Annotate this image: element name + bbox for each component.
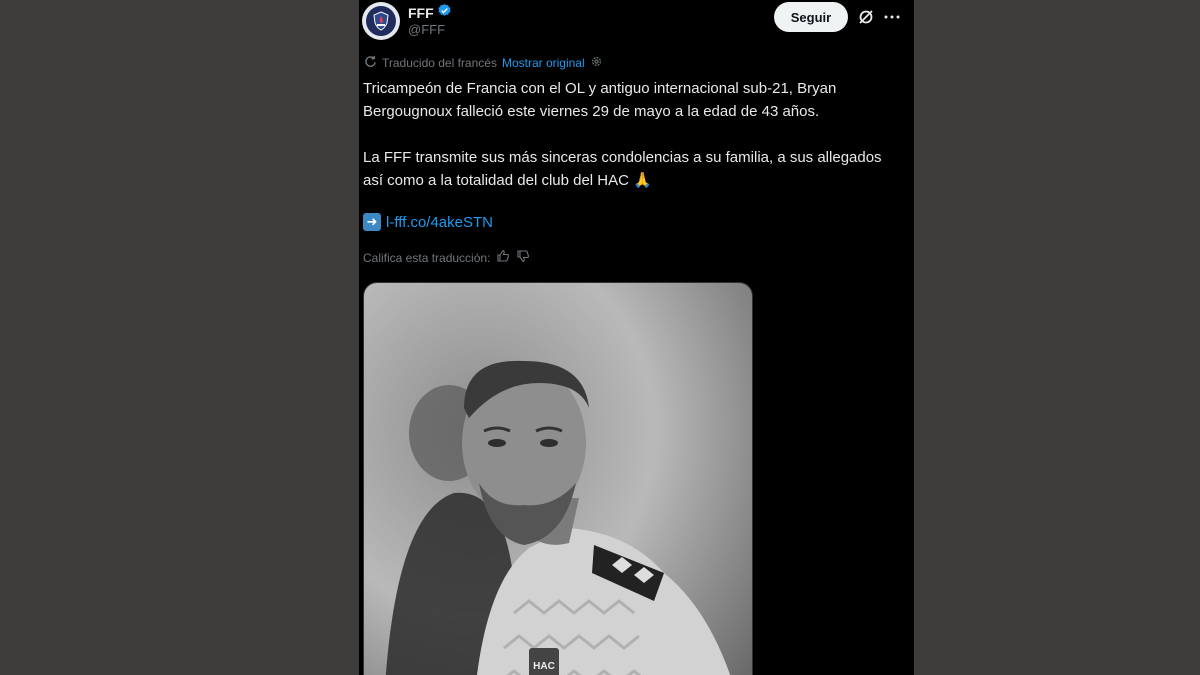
follow-button[interactable]: Seguir <box>774 2 848 32</box>
rate-translation-row: Califica esta traducción: <box>363 249 530 266</box>
tweet-paragraph-1: Tricampeón de Francia con el OL y antigu… <box>363 80 837 120</box>
right-arrow-emoji-icon: ➜ <box>363 213 381 231</box>
translation-bar: Traducido del francés Mostrar original <box>364 55 603 71</box>
grok-icon[interactable] <box>857 8 875 26</box>
tweet-link[interactable]: l-fff.co/4akeSTN <box>386 214 493 231</box>
show-original-link[interactable]: Mostrar original <box>502 56 585 70</box>
tweet-paragraph-2: La FFF transmite sus más sinceras condol… <box>363 149 882 189</box>
tweet-card: FFF @FFF Seguir Traducido del francés Mo… <box>359 0 914 675</box>
account-handle[interactable]: @FFF <box>408 22 445 37</box>
rate-translation-label: Califica esta traducción: <box>363 250 491 265</box>
tweet-link-row: ➜ l-fff.co/4akeSTN <box>363 213 493 231</box>
thumbs-up-icon[interactable] <box>496 249 510 266</box>
tweet-text: Tricampeón de Francia con el OL y antigu… <box>363 77 903 192</box>
more-options-icon[interactable] <box>883 8 901 26</box>
fff-logo-icon <box>366 6 396 36</box>
settings-gear-icon[interactable] <box>590 55 603 71</box>
account-name[interactable]: FFF <box>408 5 434 21</box>
tweet-photo[interactable]: HAC <box>363 282 753 675</box>
translation-note: Traducido del francés <box>382 56 497 70</box>
translate-icon <box>364 55 377 71</box>
player-portrait-image: HAC <box>364 283 752 675</box>
hac-badge-text: HAC <box>533 661 555 672</box>
verified-badge-icon <box>437 3 452 23</box>
account-name-row: FFF <box>408 3 452 23</box>
thumbs-down-icon[interactable] <box>516 249 530 266</box>
account-avatar[interactable] <box>362 2 400 40</box>
